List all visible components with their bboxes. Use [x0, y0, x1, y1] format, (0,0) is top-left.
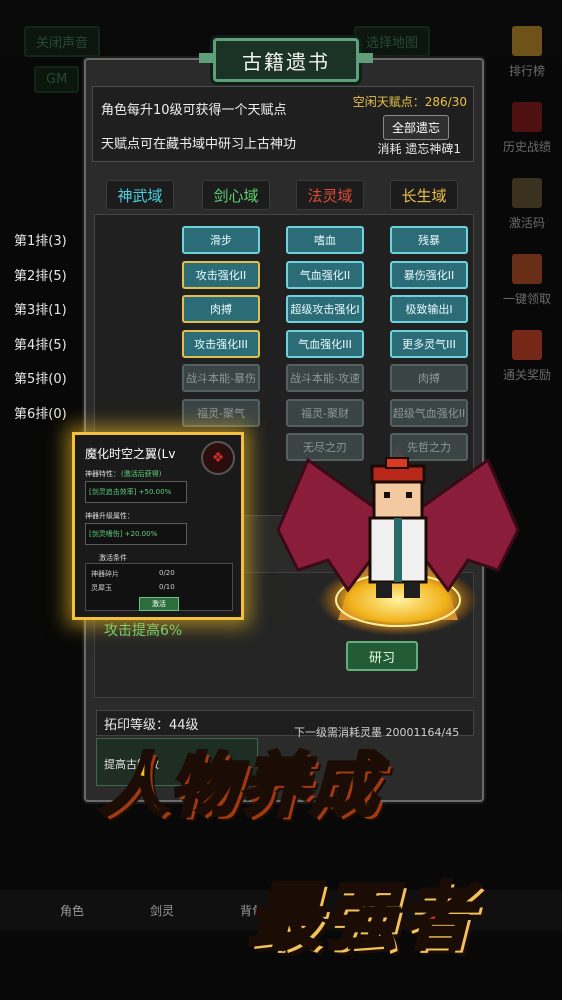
slogan-line-1: 人物养成	[98, 745, 381, 828]
material-2-count: 0/10	[159, 583, 175, 591]
condition-label: 激活条件	[99, 554, 127, 562]
sidebar-item-label: 历史战绩	[502, 140, 551, 154]
hero-eye-right	[406, 492, 412, 498]
talent-cell[interactable]: 滑步	[182, 226, 260, 254]
upgrade-value-box: [剑灵嗜伤] +20.00%	[85, 523, 187, 545]
talent-cell[interactable]: 极致输出I	[390, 295, 468, 323]
right-wing	[416, 457, 520, 593]
talent-row-label: 第6排(0)	[14, 406, 67, 422]
talent-info-box: 角色每升10级可获得一个天赋点 天赋点可在藏书域中研习上古神功 空闲天赋点：28…	[92, 86, 474, 162]
sidebar-item-label: 排行榜	[508, 64, 545, 78]
hero-with-demon-wings	[276, 440, 520, 636]
sidebar-item-history[interactable]: 历史战绩	[492, 102, 562, 172]
info-line-1: 角色每升10级可获得一个天赋点	[101, 103, 287, 118]
talent-cell[interactable]: 更多灵气III	[390, 329, 468, 358]
bar-chart-icon	[512, 26, 542, 56]
nav-sword-spirit[interactable]: 剑灵	[150, 902, 174, 919]
tab-faling[interactable]: 法灵域	[296, 180, 364, 210]
talent-cell[interactable]: 战斗本能-攻速	[286, 364, 364, 392]
hero-sash	[394, 518, 402, 582]
activate-button[interactable]: 激活	[139, 597, 179, 611]
demon-wing-icon: ❖	[201, 441, 235, 475]
talent-cell[interactable]: 攻击强化III	[182, 329, 260, 358]
forget-cost: 消耗 遗忘神碑1	[377, 142, 461, 156]
chest-icon	[512, 254, 542, 284]
gm-button[interactable]: GM	[34, 66, 80, 93]
book-icon	[512, 178, 542, 208]
sidebar-item-ranking[interactable]: 排行榜	[492, 26, 562, 96]
panel-title: 古籍遗书	[199, 38, 373, 82]
trait-label: 神器特性：	[85, 470, 120, 478]
trait-value: [剑灵追击效率] +50.00%	[89, 488, 172, 496]
trait-state: (激活后获得)	[121, 470, 162, 478]
sidebar: 排行榜 历史战绩 激活码 一键领取 通关奖励	[492, 20, 562, 400]
tab-changsheng[interactable]: 长生域	[390, 180, 458, 210]
talent-cell[interactable]: 战斗本能-暴伤	[182, 364, 260, 392]
talent-row-label: 第4排(5)	[14, 337, 67, 353]
talent-cell[interactable]: 肉搏	[390, 364, 468, 392]
forget-all-button[interactable]: 全部遗忘	[382, 115, 449, 140]
info-line-2: 天赋点可在藏书域中研习上古神功	[101, 137, 297, 152]
attack-bonus-text: 攻击提高6%	[104, 623, 183, 639]
nav-character[interactable]: 角色	[60, 902, 84, 919]
hero-leg-right	[404, 582, 420, 598]
talent-cell[interactable]: 攻击强化II	[182, 260, 260, 289]
trait-value-box: [剑灵追击效率] +50.00%	[85, 481, 187, 503]
upgrade-label: 神器升级属性：	[85, 512, 134, 520]
gift-icon	[512, 330, 542, 360]
left-wing	[276, 457, 380, 593]
scroll-icon	[512, 102, 542, 132]
talent-cell[interactable]: 暴伤强化II	[390, 260, 468, 289]
material-2-name: 灵犀玉	[91, 584, 112, 592]
sidebar-item-claim-all[interactable]: 一键领取	[492, 254, 562, 324]
talent-cell[interactable]: 福灵-聚气	[182, 398, 260, 427]
free-talent-points: 空闲天赋点：286/30	[352, 95, 467, 109]
tab-jianxin[interactable]: 剑心域	[202, 180, 270, 210]
talent-row-label: 第3排(1)	[14, 303, 67, 318]
talent-cell[interactable]: 气血强化III	[286, 329, 364, 358]
domain-tabs: 神武域 剑心域 法灵域 长生域	[106, 180, 466, 210]
material-1-name: 神器碎片	[91, 570, 119, 578]
upgrade-value: [剑灵嗜伤] +20.00%	[89, 530, 158, 538]
popup-title: 魔化时空之翼(Lv	[85, 447, 176, 461]
talent-cell[interactable]: 肉搏	[182, 295, 260, 323]
material-1-count: 0/20	[159, 569, 175, 577]
sidebar-item-clear-reward[interactable]: 通关奖励	[492, 330, 562, 400]
sidebar-item-label: 通关奖励	[502, 368, 551, 382]
sidebar-item-label: 一键领取	[502, 292, 551, 306]
talent-row-label: 第1排(3)	[14, 234, 67, 249]
artifact-popup: 魔化时空之翼(Lv ❖ 神器特性： (激活后获得) [剑灵追击效率] +50.0…	[72, 432, 244, 620]
hero-leg-left	[376, 582, 392, 598]
talent-cell[interactable]: 气血强化II	[286, 260, 364, 289]
sidebar-item-label: 激活码	[508, 216, 545, 230]
talent-cell[interactable]: 超级攻击强化I	[286, 295, 364, 323]
talent-cell[interactable]: 嗜血	[286, 226, 364, 254]
tab-shenwu[interactable]: 神武域	[106, 180, 174, 210]
hero-eye-left	[384, 492, 390, 498]
talent-row-label: 第5排(0)	[14, 372, 67, 387]
hero-topknot	[385, 457, 409, 469]
sidebar-item-activation-code[interactable]: 激活码	[492, 178, 562, 248]
talent-row-label: 第2排(5)	[14, 268, 67, 284]
slogan-line-2: 最强者	[246, 873, 477, 961]
mute-button[interactable]: 关闭声音	[24, 26, 101, 57]
talent-cell[interactable]: 残暴	[390, 226, 468, 254]
